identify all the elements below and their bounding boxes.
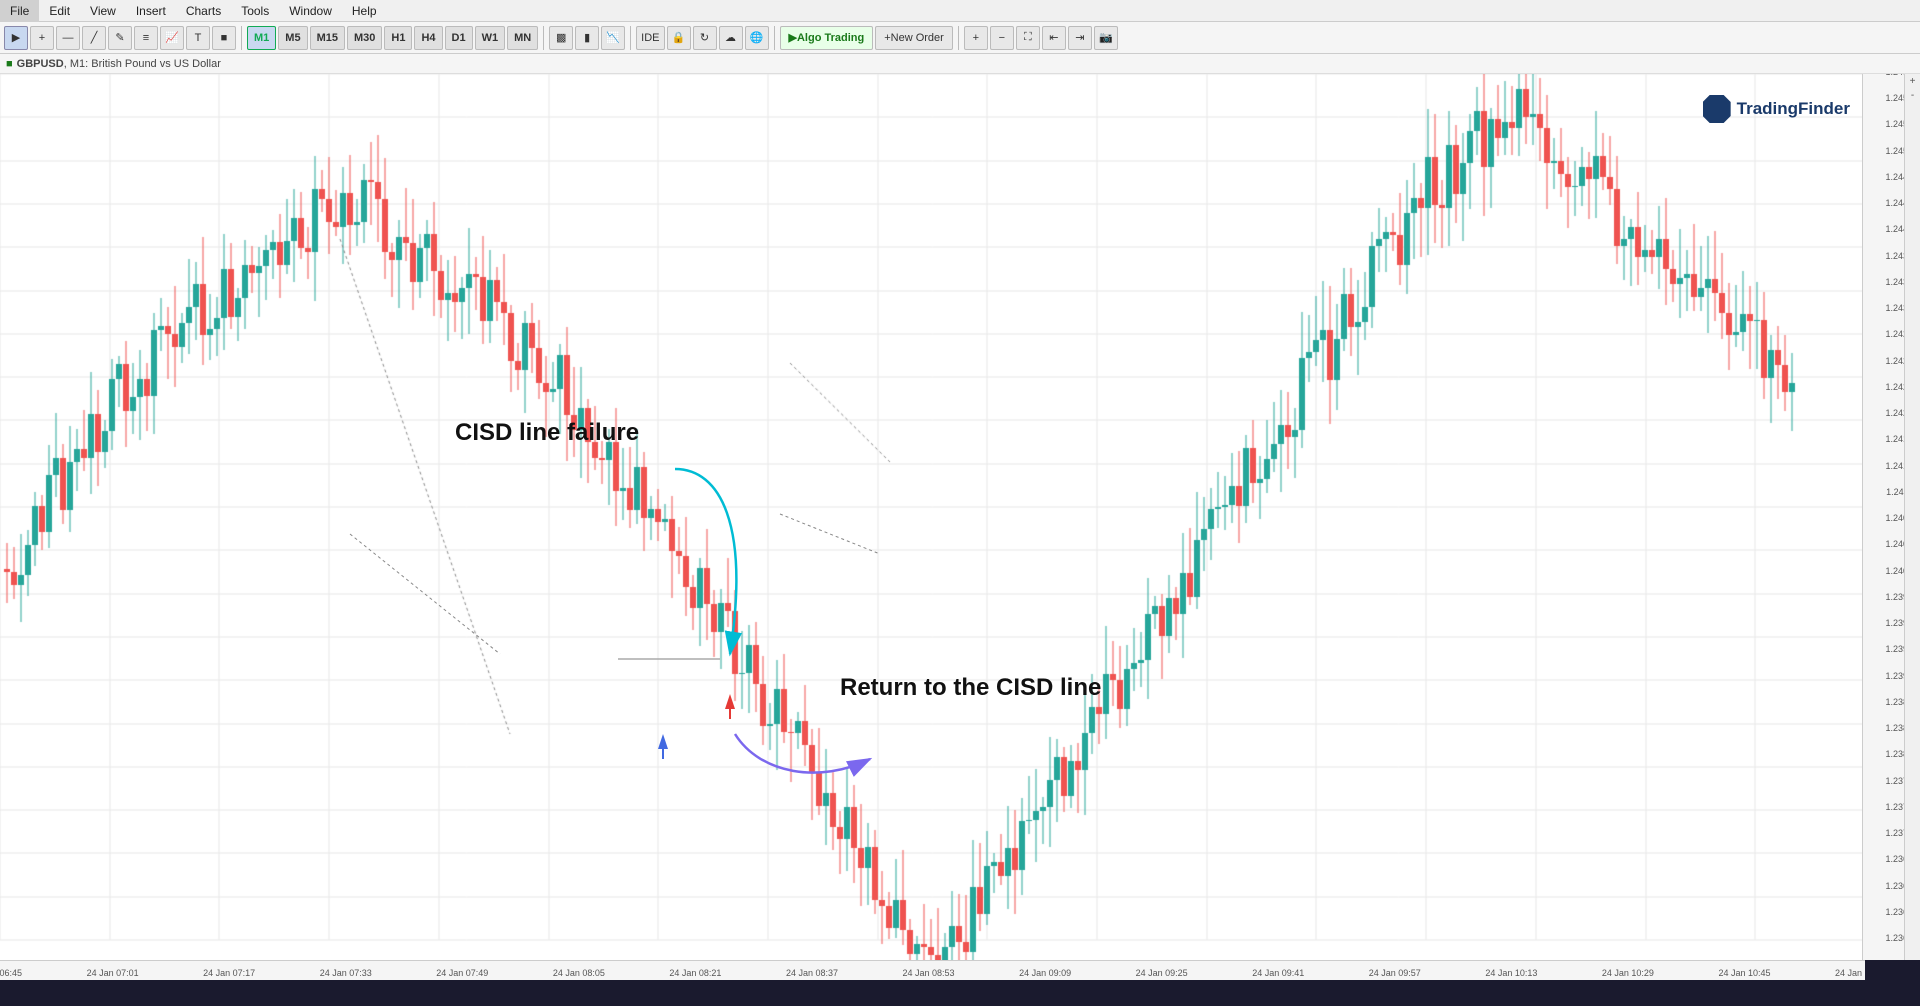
menu-tools[interactable]: Tools <box>231 0 279 22</box>
sep2 <box>543 26 544 50</box>
time-label: 24 Jan 07:49 <box>436 968 488 978</box>
time-label: 24 Jan 08:21 <box>669 968 721 978</box>
symbol-bar-text: GBPUSD, M1: British Pound vs US Dollar <box>17 58 221 70</box>
tf-h1[interactable]: H1 <box>384 26 412 50</box>
tf-m15[interactable]: M15 <box>310 26 345 50</box>
sep3 <box>630 26 631 50</box>
menu-edit[interactable]: Edit <box>39 0 80 22</box>
sidebar-btn-2[interactable]: - <box>1911 90 1914 101</box>
menu-view[interactable]: View <box>80 0 126 22</box>
chart-canvas[interactable] <box>0 74 1865 960</box>
text-tool[interactable]: T <box>186 26 210 50</box>
sidebar-btn-1[interactable]: + <box>1910 76 1916 87</box>
ide-btn[interactable]: IDE <box>636 26 664 50</box>
chart-type-bar[interactable]: ▩ <box>549 26 573 50</box>
zoom-in-btn[interactable]: + <box>964 26 988 50</box>
shapes-tool[interactable]: ■ <box>212 26 236 50</box>
time-label: 24 Jan 09:09 <box>1019 968 1071 978</box>
lock-btn[interactable]: 🔒 <box>667 26 691 50</box>
menu-window[interactable]: Window <box>279 0 342 22</box>
chart-container: CISD line failure Return to the CISD lin… <box>0 74 1920 980</box>
zoom-fit-btn[interactable]: ⛶ <box>1016 26 1040 50</box>
history-btn[interactable]: ↻ <box>693 26 717 50</box>
menu-file[interactable]: File <box>0 0 39 22</box>
tf-w1[interactable]: W1 <box>475 26 506 50</box>
time-label: 24 Jan 11:01 <box>1835 968 1865 978</box>
cursor-tool[interactable]: ▶ <box>4 26 28 50</box>
tf-m1[interactable]: M1 <box>247 26 276 50</box>
chart-type-line[interactable]: 📉 <box>601 26 625 50</box>
time-label: 24 Jan 08:05 <box>553 968 605 978</box>
sep4 <box>774 26 775 50</box>
symbol-bar: ■ GBPUSD, M1: British Pound vs US Dollar <box>0 54 1920 74</box>
tf-m30[interactable]: M30 <box>347 26 382 50</box>
zoom-out-btn[interactable]: − <box>990 26 1014 50</box>
time-label: 24 Jan 07:17 <box>203 968 255 978</box>
time-label: 24 Jan 09:41 <box>1252 968 1304 978</box>
time-label: 24 Jan 09:25 <box>1136 968 1188 978</box>
sep1 <box>241 26 242 50</box>
tf-h4[interactable]: H4 <box>414 26 442 50</box>
time-label: 24 Jan 08:37 <box>786 968 838 978</box>
scroll-back-btn[interactable]: ⇤ <box>1042 26 1066 50</box>
toolbar: ▶ + — ╱ ✎ ≡ 📈 T ■ M1 M5 M15 M30 H1 H4 D1… <box>0 22 1920 54</box>
new-order-btn[interactable]: + New Order <box>875 26 953 50</box>
menu-charts[interactable]: Charts <box>176 0 231 22</box>
logo-area: TradingFinder <box>1650 84 1850 134</box>
crosshair-tool[interactable]: + <box>30 26 54 50</box>
globe-btn[interactable]: 🌐 <box>745 26 769 50</box>
time-label: 24 Jan 07:01 <box>87 968 139 978</box>
screenshot-btn[interactable]: 📷 <box>1094 26 1118 50</box>
chart-type-candle[interactable]: ▮ <box>575 26 599 50</box>
cloud-btn[interactable]: ☁ <box>719 26 743 50</box>
tf-d1[interactable]: D1 <box>445 26 473 50</box>
algo-trading-btn[interactable]: ▶ Algo Trading <box>780 26 874 50</box>
menu-insert[interactable]: Insert <box>126 0 176 22</box>
trend-line-tool[interactable]: ╱ <box>82 26 106 50</box>
time-label: 24 Jan 10:29 <box>1602 968 1654 978</box>
time-label: 24 Jan 10:13 <box>1485 968 1537 978</box>
logo-text: TradingFinder <box>1737 99 1850 119</box>
time-label: 24 Jan 07:33 <box>320 968 372 978</box>
menu-bar: File Edit View Insert Charts Tools Windo… <box>0 0 1920 22</box>
tf-logo-icon <box>1703 95 1731 123</box>
line-tool[interactable]: — <box>56 26 80 50</box>
tf-m5[interactable]: M5 <box>278 26 307 50</box>
menu-help[interactable]: Help <box>342 0 387 22</box>
parallel-line-tool[interactable]: ≡ <box>134 26 158 50</box>
tf-mn[interactable]: MN <box>507 26 538 50</box>
sep5 <box>958 26 959 50</box>
time-label: 24 Jan 10:45 <box>1718 968 1770 978</box>
scroll-fwd-btn[interactable]: ⇥ <box>1068 26 1092 50</box>
time-label: 24 Jan 06:45 <box>0 968 22 978</box>
symbol-bar-icon: ■ <box>6 58 13 70</box>
time-label: 24 Jan 09:57 <box>1369 968 1421 978</box>
time-label: 24 Jan 08:53 <box>903 968 955 978</box>
fib-tool[interactable]: 📈 <box>160 26 184 50</box>
time-axis: 24 Jan 06:45 24 Jan 07:01 24 Jan 07:17 24 J… <box>0 960 1865 980</box>
pencil-tool[interactable]: ✎ <box>108 26 132 50</box>
right-sidebar: + - <box>1904 74 1920 960</box>
